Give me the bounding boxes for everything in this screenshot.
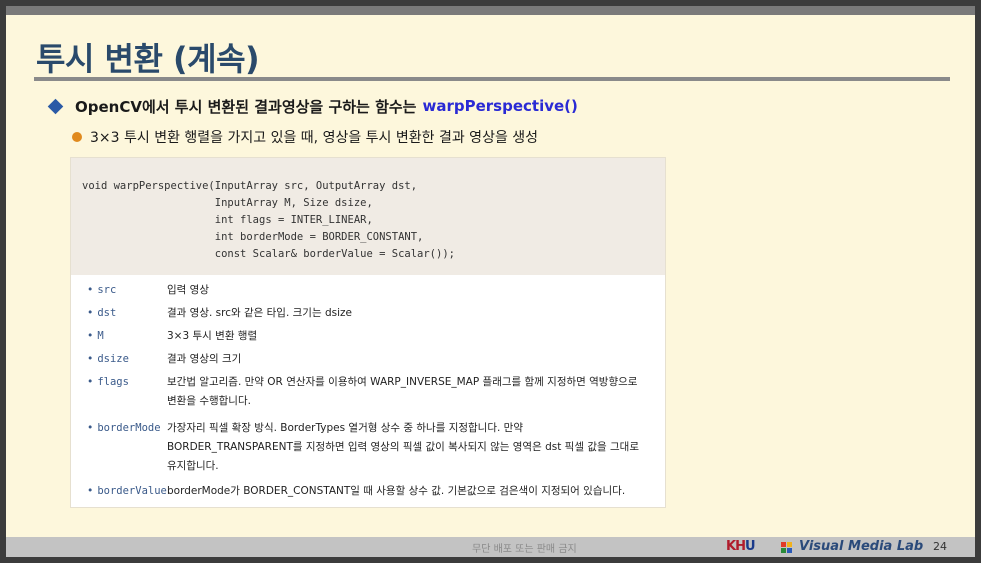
khu-logo: KHU	[726, 539, 755, 554]
param-name: src	[71, 281, 167, 300]
param-desc: 보간법 알고리즘. 만약 OR 연산자를 이용하여 WARP_INVERSE_M…	[167, 376, 638, 407]
slide: 투시 변환 (계속) OpenCV에서 투시 변환된 결과영상을 구하는 함수는…	[6, 6, 975, 557]
bullet-level2-text: 3×3 투시 변환 행렬을 가지고 있을 때, 영상을 투시 변환한 결과 영상…	[90, 130, 539, 146]
param-desc: 결과 영상의 크기	[167, 353, 242, 365]
circle-bullet-icon	[72, 132, 82, 142]
bullet-level2: 3×3 투시 변환 행렬을 가지고 있을 때, 영상을 투시 변환한 결과 영상…	[72, 126, 538, 148]
lab-logo-icon	[781, 542, 793, 553]
param-row: borderMode 가장자리 픽셀 확장 방식. BorderTypes 열거…	[71, 419, 665, 476]
code-line: int borderMode = BORDER_CONSTANT,	[82, 231, 424, 243]
param-desc: 입력 영상	[167, 284, 209, 296]
code-line: InputArray M, Size dsize,	[82, 197, 373, 209]
param-name: dsize	[71, 350, 167, 369]
lab-name: Visual Media Lab	[799, 539, 924, 554]
param-row: flags 보간법 알고리즘. 만약 OR 연산자를 이용하여 WARP_INV…	[71, 373, 665, 411]
param-desc: 3×3 투시 변환 행렬	[167, 330, 258, 342]
param-row: src 입력 영상	[71, 281, 665, 300]
code-signature: void warpPerspective(InputArray src, Out…	[82, 178, 455, 263]
param-desc: borderMode가 BORDER_CONSTANT일 때 사용할 상수 값.…	[167, 485, 626, 497]
page-number: 24	[933, 540, 947, 553]
param-name: dst	[71, 304, 167, 323]
param-desc: 결과 영상. src와 같은 타입. 크기는 dsize	[167, 307, 352, 319]
slide-title: 투시 변환 (계속)	[36, 40, 260, 78]
copyright-notice: 무단 배포 또는 판매 금지	[472, 544, 577, 555]
diamond-bullet-icon	[47, 98, 64, 114]
top-strip	[6, 6, 975, 15]
param-row: borderValue borderMode가 BORDER_CONSTANT일…	[71, 482, 665, 501]
code-line: const Scalar& borderValue = Scalar());	[82, 248, 455, 260]
param-row: dst 결과 영상. src와 같은 타입. 크기는 dsize	[71, 304, 665, 323]
param-name: borderValue	[71, 482, 167, 501]
bullet-level1-text: OpenCV에서 투시 변환된 결과영상을 구하는 함수는	[75, 97, 417, 116]
param-name: M	[71, 327, 167, 346]
param-name: flags	[71, 373, 167, 411]
code-block: void warpPerspective(InputArray src, Out…	[71, 158, 665, 275]
code-line: int flags = INTER_LINEAR,	[82, 214, 373, 226]
param-desc: 가장자리 픽셀 확장 방식. BorderTypes 열거형 상수 중 하나를 …	[167, 422, 639, 472]
slide-footer: 무단 배포 또는 판매 금지 KHU Visual Media Lab 24	[6, 537, 975, 557]
bullet-level1: OpenCV에서 투시 변환된 결과영상을 구하는 함수는 warpPerspe…	[46, 94, 578, 118]
param-row: dsize 결과 영상의 크기	[71, 350, 665, 369]
function-name-highlight: warpPerspective()	[422, 97, 578, 115]
code-line: void warpPerspective(InputArray src, Out…	[82, 180, 418, 192]
param-row: M 3×3 투시 변환 행렬	[71, 327, 665, 346]
title-underline	[34, 77, 950, 81]
param-name: borderMode	[71, 419, 167, 476]
function-reference-panel: void warpPerspective(InputArray src, Out…	[70, 157, 666, 508]
